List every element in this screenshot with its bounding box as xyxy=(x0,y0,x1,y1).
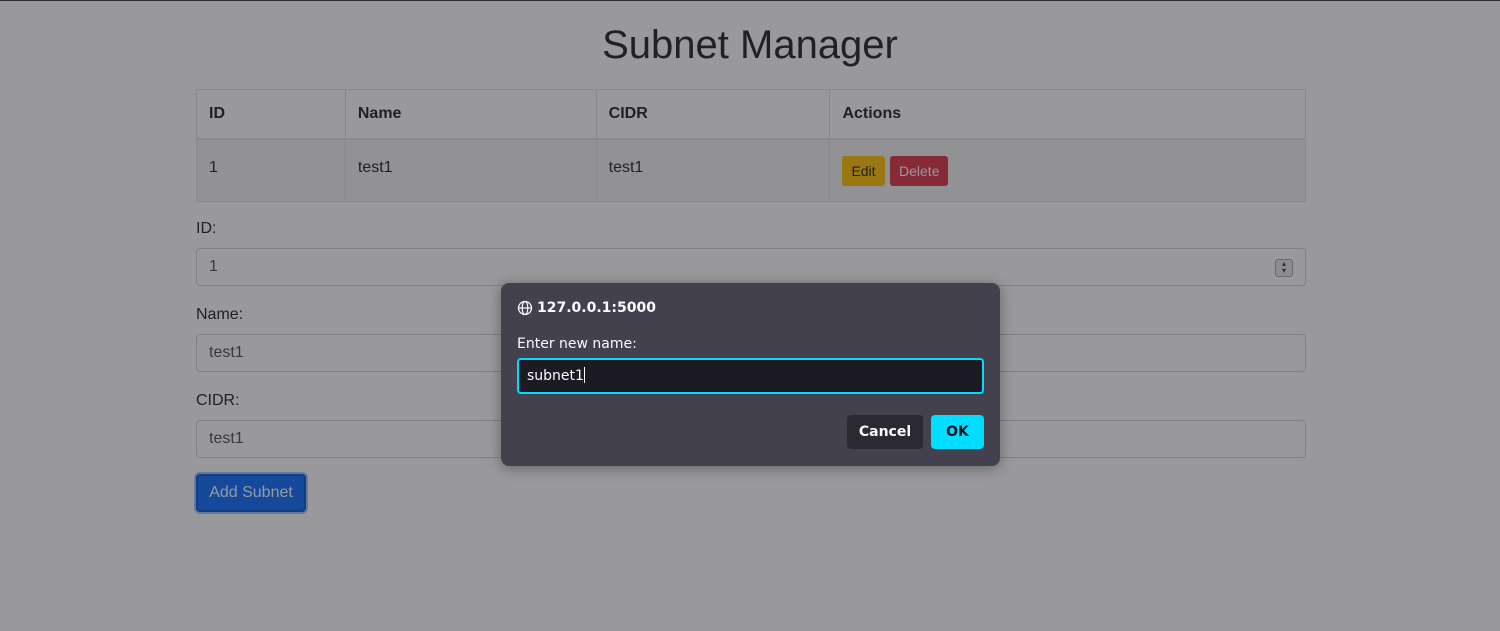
prompt-dialog: 127.0.0.1:5000 Enter new name: subnet1 C… xyxy=(501,283,1000,466)
cancel-button[interactable]: Cancel xyxy=(847,415,923,449)
new-name-input-value: subnet1 xyxy=(527,368,584,384)
new-name-input[interactable]: subnet1 xyxy=(517,358,984,394)
text-caret xyxy=(583,367,585,383)
ok-button[interactable]: OK xyxy=(931,415,984,449)
dialog-origin-text: 127.0.0.1:5000 xyxy=(537,300,656,316)
globe-icon xyxy=(517,300,533,316)
dialog-message: Enter new name: xyxy=(517,336,637,352)
dialog-origin: 127.0.0.1:5000 xyxy=(517,299,656,317)
